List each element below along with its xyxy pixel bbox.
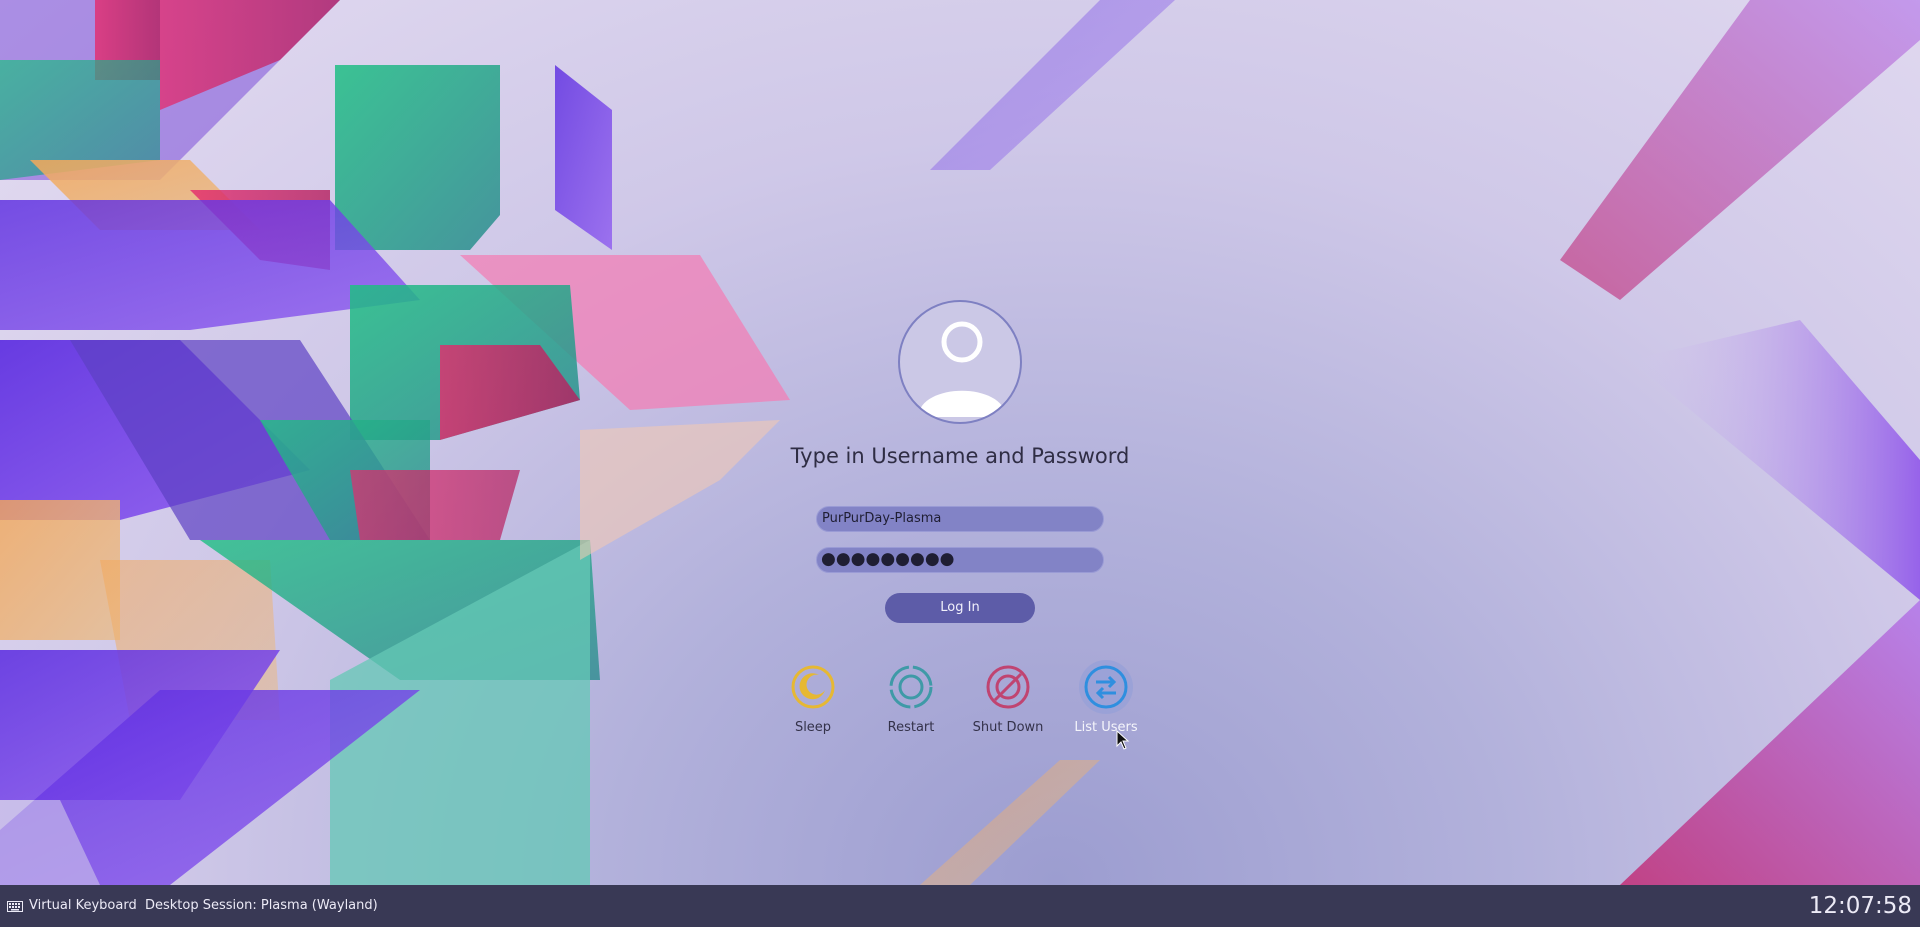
sleep-button[interactable]: Sleep xyxy=(768,660,858,735)
list-users-icon xyxy=(1079,660,1133,714)
list-users-label: List Users xyxy=(1074,720,1138,735)
keyboard-icon xyxy=(7,901,23,912)
restart-label: Restart xyxy=(887,720,935,735)
restart-button[interactable]: Restart xyxy=(866,660,956,735)
list-users-button[interactable]: List Users xyxy=(1061,660,1151,735)
login-panel: Type in Username and Password PurPurDay-… xyxy=(0,0,1920,885)
shutdown-button[interactable]: Shut Down xyxy=(963,660,1053,735)
user-avatar-icon xyxy=(898,300,1022,424)
sleep-icon xyxy=(786,660,840,714)
login-prompt: Type in Username and Password xyxy=(790,444,1130,468)
virtual-keyboard-button[interactable]: Virtual Keyboard xyxy=(29,885,137,927)
shutdown-icon xyxy=(981,660,1035,714)
desktop-session-selector[interactable]: Desktop Session: Plasma (Wayland) xyxy=(145,885,378,927)
login-button[interactable]: Log In xyxy=(885,593,1035,623)
password-input[interactable]: ●●●●●●●●● xyxy=(816,547,1104,573)
shutdown-label: Shut Down xyxy=(972,720,1044,735)
username-input[interactable]: PurPurDay-Plasma xyxy=(816,506,1104,532)
sleep-label: Sleep xyxy=(794,720,832,735)
clock: 12:07:58 xyxy=(1808,893,1912,919)
taskbar: Virtual Keyboard Desktop Session: Plasma… xyxy=(0,885,1920,927)
restart-icon xyxy=(884,660,938,714)
mouse-cursor-icon xyxy=(1116,730,1130,750)
